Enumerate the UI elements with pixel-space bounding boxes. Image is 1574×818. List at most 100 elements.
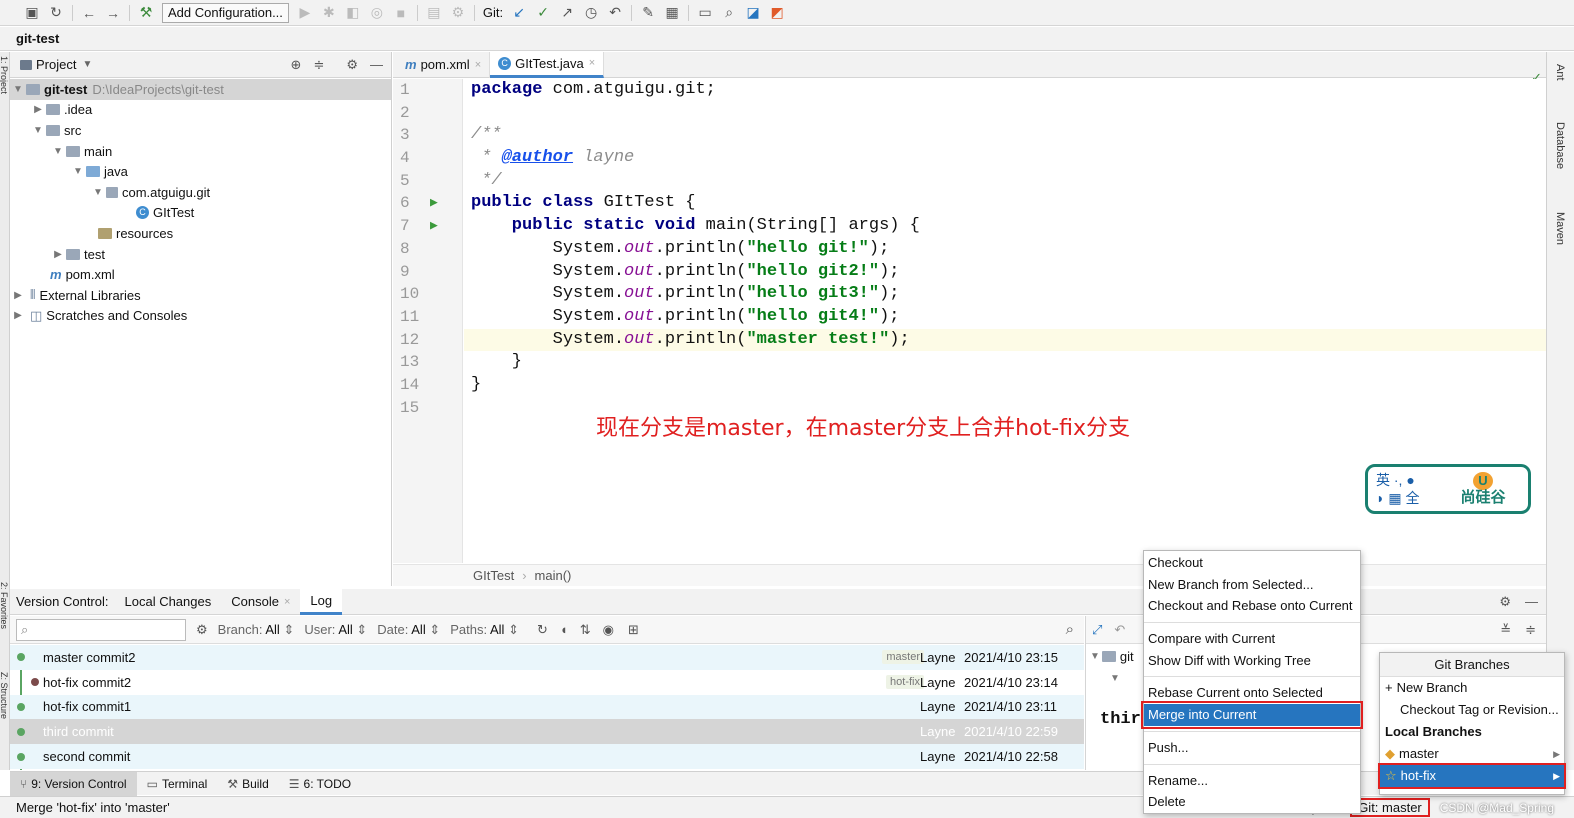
strip-tab-database[interactable]: Database — [1554, 122, 1566, 169]
commit-row[interactable]: hot-fix commit1 Layne 2021/4/10 23:11 — [10, 694, 1084, 720]
menu-item-delete[interactable]: Delete — [1144, 791, 1360, 813]
collapse-all-icon[interactable]: ≑ — [1525, 622, 1536, 638]
tree-item-package[interactable]: ▼ com.atguigu.git — [10, 182, 391, 203]
forward-icon[interactable]: → — [101, 2, 125, 24]
search-icon[interactable]: ⌕ — [717, 2, 741, 24]
cherry-pick-icon[interactable]: ◖ — [560, 622, 568, 637]
tool-window-todo[interactable]: ☰ 6: TODO — [279, 772, 361, 796]
tab-pom-xml[interactable]: m pom.xml × — [397, 51, 491, 78]
tree-item-test[interactable]: ▶ test — [10, 244, 391, 265]
tool-window-build[interactable]: ⚒ Build — [217, 772, 278, 796]
menu-item-show-diff[interactable]: Show Diff with Working Tree — [1144, 650, 1360, 672]
tree-item-resources[interactable]: resources — [10, 223, 391, 244]
git-push-icon[interactable]: ↗ — [555, 2, 579, 24]
log-settings-icon[interactable]: ⚙ — [196, 622, 208, 638]
add-configuration-button[interactable]: Add Configuration... — [162, 2, 289, 23]
branch-item-master[interactable]: ◆ master ▶ — [1380, 743, 1564, 765]
translate-alt-icon[interactable]: ◩ — [765, 2, 789, 24]
tab-local-changes[interactable]: Local Changes — [115, 589, 222, 615]
chevron-down-icon[interactable]: ▼ — [92, 187, 104, 198]
menu-item-push[interactable]: Push... — [1144, 737, 1360, 759]
chevron-right-icon[interactable]: ▶ — [52, 249, 64, 260]
sync-icon[interactable]: ↻ — [44, 2, 68, 24]
tree-item-gittest-class[interactable]: C GItTest — [10, 203, 391, 224]
terminal-window-icon[interactable]: ▭ — [693, 2, 717, 24]
commit-row[interactable]: second commit Layne 2021/4/10 22:58 — [10, 744, 1084, 769]
chevron-right-icon[interactable]: ▶ — [12, 290, 24, 301]
strip-tab-maven[interactable]: Maven — [1554, 212, 1566, 245]
run-main-gutter-icon[interactable]: ▶ — [430, 218, 438, 233]
rollback-icon[interactable]: ↶ — [603, 2, 627, 24]
branch-filter[interactable]: Branch: All ⇕ — [218, 622, 295, 638]
chevron-down-icon[interactable]: ▼ — [1090, 651, 1100, 662]
tree-item-main[interactable]: ▼ main — [10, 141, 391, 162]
settings-wrench-icon[interactable]: ✎ — [636, 2, 660, 24]
translate-icon[interactable]: ◪ — [741, 2, 765, 24]
attach-icon[interactable]: ▤ — [422, 2, 446, 24]
tab-gittest-java[interactable]: C GItTest.java × — [490, 51, 605, 78]
collapse-all-icon[interactable]: ≑ — [313, 57, 324, 73]
eye-icon[interactable]: ◉ — [603, 622, 614, 638]
git-update-icon[interactable]: ↙ — [507, 2, 531, 24]
menu-item-new-branch-from-selected[interactable]: New Branch from Selected... — [1144, 574, 1360, 596]
tree-item-java[interactable]: ▼ java — [10, 161, 391, 182]
git-commit-icon[interactable]: ✓ — [531, 2, 555, 24]
chevron-down-icon[interactable]: ▼ — [52, 146, 64, 157]
locate-icon[interactable]: ⊕ — [291, 57, 302, 73]
minimize-icon[interactable]: — — [1525, 594, 1538, 609]
sort-icon[interactable]: ⇅ — [580, 622, 591, 638]
chevron-down-icon[interactable]: ▼ — [72, 166, 84, 177]
checkout-tag-action[interactable]: Checkout Tag or Revision... — [1380, 699, 1564, 721]
strip-tab-structure[interactable]: Z: Structure — [0, 672, 9, 719]
strip-tab-favorites[interactable]: 2: Favorites — [0, 582, 9, 629]
debug-icon[interactable]: ✱ — [317, 2, 341, 24]
menu-item-rename[interactable]: Rename... — [1144, 770, 1360, 792]
new-branch-action[interactable]: + New Branch — [1380, 677, 1564, 699]
project-view-selector[interactable]: Project — [36, 57, 76, 72]
new-tab-icon[interactable]: ⊞ — [628, 622, 639, 638]
refresh-icon[interactable]: ↻ — [537, 622, 548, 638]
project-structure-icon[interactable]: ▦ — [660, 2, 684, 24]
commit-row[interactable]: master commit2 master Layne 2021/4/10 23… — [10, 645, 1084, 670]
strip-tab-ant[interactable]: Ant — [1554, 64, 1566, 81]
chevron-down-icon[interactable]: ▼ — [32, 125, 44, 136]
paths-filter[interactable]: Paths: All ⇕ — [450, 622, 519, 638]
run-icon[interactable]: ▶ — [293, 2, 317, 24]
stop-icon[interactable]: ■ — [389, 2, 413, 24]
tree-item-scratches[interactable]: ▶ ◫ Scratches and Consoles — [10, 306, 391, 327]
save-icon[interactable]: ▣ — [20, 2, 44, 24]
strip-tab-project[interactable]: 1: Project — [0, 56, 9, 94]
user-filter[interactable]: User: All ⇕ — [304, 622, 367, 638]
chevron-down-icon[interactable]: ▼ — [12, 84, 24, 95]
breadcrumb-item[interactable]: main() — [535, 568, 572, 583]
commit-row[interactable]: hot-fix commit2 hot-fix Layne 2021/4/10 … — [10, 670, 1084, 695]
log-search-input[interactable]: ⌕ — [16, 618, 186, 641]
menu-item-merge-into-current[interactable]: Merge into Current — [1141, 701, 1363, 729]
gear-icon[interactable]: ⚙ — [346, 57, 358, 73]
nav-project-name[interactable]: git-test — [16, 31, 59, 46]
chevron-down-icon[interactable]: ▼ — [1110, 673, 1120, 684]
tab-console[interactable]: Console × — [221, 589, 300, 615]
close-icon[interactable]: × — [284, 596, 290, 608]
menu-item-rebase-current[interactable]: Rebase Current onto Selected — [1144, 682, 1360, 704]
services-icon[interactable]: ⚙ — [446, 2, 470, 24]
chevron-right-icon[interactable]: ▶ — [12, 310, 24, 321]
history-icon[interactable]: ◷ — [579, 2, 603, 24]
date-filter[interactable]: Date: All ⇕ — [377, 622, 440, 638]
menu-item-checkout[interactable]: Checkout — [1144, 552, 1360, 574]
minimize-icon[interactable]: — — [370, 57, 383, 72]
tool-window-version-control[interactable]: ⑂ 9: Version Control — [10, 771, 137, 796]
back-icon[interactable]: ← — [77, 2, 101, 24]
git-branch-widget[interactable]: Git: master — [1350, 798, 1430, 817]
build-hammer-icon[interactable]: ⚒ — [134, 2, 158, 24]
profile-icon[interactable]: ◎ — [365, 2, 389, 24]
undo-icon[interactable]: ↶ — [1114, 622, 1125, 638]
run-class-gutter-icon[interactable]: ▶ — [430, 195, 438, 210]
gear-icon[interactable]: ⚙ — [1499, 594, 1511, 610]
close-icon[interactable]: × — [589, 57, 595, 69]
menu-item-compare-with-current[interactable]: Compare with Current — [1144, 628, 1360, 650]
tab-log[interactable]: Log — [300, 588, 343, 615]
commit-row-selected[interactable]: third commit Layne 2021/4/10 22:59 — [10, 719, 1084, 745]
menu-item-checkout-and-rebase[interactable]: Checkout and Rebase onto Current — [1144, 595, 1360, 617]
tree-item-idea[interactable]: ▶ .idea — [10, 100, 391, 121]
